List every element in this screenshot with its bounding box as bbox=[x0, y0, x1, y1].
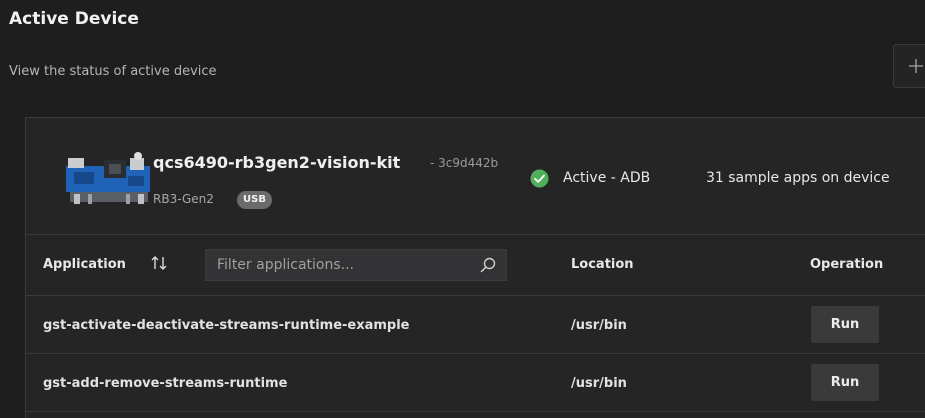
table-row: gst-activate-deactivate-streams-runtime-… bbox=[26, 296, 925, 354]
device-summary: qcs6490-rb3gen2-vision-kit - 3c9d442b RB… bbox=[26, 118, 925, 235]
filter-box bbox=[205, 249, 507, 281]
page-title: Active Device bbox=[9, 9, 139, 29]
device-status: Active - ADB bbox=[563, 170, 651, 186]
sort-button[interactable] bbox=[149, 253, 169, 273]
connection-badge: USB bbox=[237, 191, 272, 209]
applications-table-header: Application Location Operation bbox=[26, 235, 925, 296]
page-subtitle: View the status of active device bbox=[9, 64, 217, 79]
application-name: gst-activate-deactivate-streams-runtime-… bbox=[43, 318, 410, 333]
device-name: qcs6490-rb3gen2-vision-kit bbox=[153, 153, 401, 172]
filter-applications-input[interactable] bbox=[206, 250, 466, 280]
table-row: gst-add-remove-streams-runtime /usr/bin … bbox=[26, 354, 925, 412]
run-button[interactable]: Run bbox=[811, 364, 879, 401]
device-card: qcs6490-rb3gen2-vision-kit - 3c9d442b RB… bbox=[25, 117, 925, 418]
apps-count: 31 sample apps on device bbox=[706, 170, 890, 186]
application-name: gst-add-remove-streams-runtime bbox=[43, 376, 288, 391]
application-location: /usr/bin bbox=[571, 318, 627, 333]
add-device-button[interactable] bbox=[893, 44, 925, 88]
device-board-image bbox=[66, 152, 150, 204]
sort-arrows-icon bbox=[151, 256, 167, 270]
check-circle-icon bbox=[530, 169, 549, 188]
run-button[interactable]: Run bbox=[811, 306, 879, 343]
device-model: RB3-Gen2 bbox=[153, 192, 214, 206]
column-header-location: Location bbox=[571, 257, 634, 272]
active-device-page: Active Device View the status of active … bbox=[0, 0, 925, 418]
search-icon[interactable] bbox=[480, 257, 496, 273]
application-location: /usr/bin bbox=[571, 376, 627, 391]
plus-icon bbox=[909, 59, 923, 73]
column-header-application: Application bbox=[43, 257, 126, 272]
column-header-operation: Operation bbox=[810, 257, 884, 272]
device-id: - 3c9d442b bbox=[430, 156, 499, 170]
